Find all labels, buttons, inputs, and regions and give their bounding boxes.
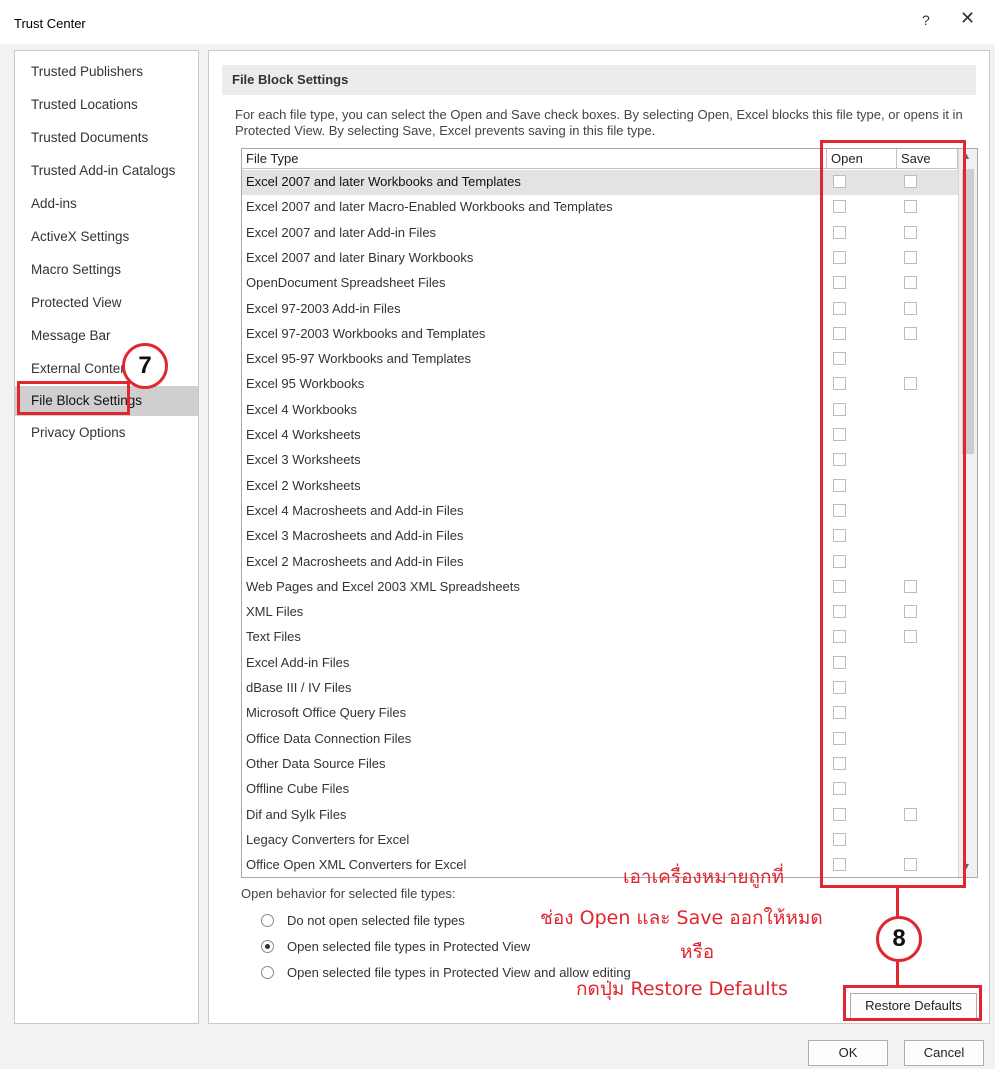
radio-label: Do not open selected file types	[287, 913, 465, 928]
file-type-label: Legacy Converters for Excel	[246, 831, 410, 847]
file-type-label: Excel 4 Worksheets	[246, 427, 361, 442]
radio-button[interactable]	[261, 966, 274, 979]
file-type-label: Text Files	[246, 629, 301, 645]
column-header-file-type[interactable]: File Type	[242, 149, 827, 169]
annotation-connector-top	[896, 888, 899, 918]
section-title: File Block Settings	[222, 65, 976, 95]
file-type-label: XML Files	[246, 604, 304, 620]
file-type-label: Excel 3 Macrosheets and Add-in Files	[246, 528, 464, 544]
annotation-step-7: 7	[122, 343, 168, 389]
file-type-label: dBase III / IV Files	[246, 680, 352, 695]
sidebar-item-addins[interactable]: Add-ins	[15, 191, 198, 217]
sidebar-item-trusted-publishers[interactable]: Trusted Publishers	[15, 59, 198, 85]
file-type-label: Office Data Connection Files	[246, 730, 412, 746]
file-type-label: Excel 2 Worksheets	[246, 477, 361, 493]
sidebar: Trusted Publishers Trusted Locations Tru…	[14, 50, 199, 1024]
sidebar-item-message-bar[interactable]: Message Bar	[15, 323, 198, 349]
close-icon[interactable]: ✕	[960, 8, 975, 29]
file-type-label: Web Pages and Excel 2003 XML Spreadsheet…	[246, 578, 520, 594]
sidebar-item-trusted-documents[interactable]: Trusted Documents	[15, 125, 198, 151]
sidebar-item-macro-settings[interactable]: Macro Settings	[15, 257, 198, 283]
file-type-label: Excel 2007 and later Macro-Enabled Workb…	[246, 199, 613, 215]
file-type-label: Excel 2007 and later Binary Workbooks	[246, 249, 474, 265]
help-icon[interactable]: ?	[922, 12, 930, 28]
file-type-label: Offline Cube Files	[246, 781, 350, 797]
sidebar-item-external-content[interactable]: External Content	[15, 356, 198, 382]
sidebar-item-protected-view[interactable]: Protected View	[15, 290, 198, 316]
sidebar-item-privacy-options[interactable]: Privacy Options	[15, 420, 198, 446]
file-type-label: Excel Add-in Files	[246, 654, 350, 670]
open-behavior-label: Open behavior for selected file types:	[241, 886, 456, 901]
radio-button[interactable]	[261, 914, 274, 927]
annotation-highlight-file-block-settings	[17, 381, 130, 415]
ok-button[interactable]: OK	[808, 1040, 888, 1066]
title-bar: Trust Center ? ✕	[0, 0, 995, 44]
sidebar-item-trusted-addin-catalogs[interactable]: Trusted Add-in Catalogs	[15, 158, 198, 184]
sidebar-item-trusted-locations[interactable]: Trusted Locations	[15, 92, 198, 118]
radio-button[interactable]	[261, 940, 274, 953]
file-type-label: Microsoft Office Query Files	[246, 705, 407, 721]
annotation-highlight-open-save-columns	[820, 140, 966, 888]
file-type-label: OpenDocument Spreadsheet Files	[246, 275, 446, 291]
annotation-instruction-line3: หรือ	[680, 941, 715, 963]
file-type-label: Excel 3 Worksheets	[246, 452, 361, 468]
file-type-label: Excel 4 Macrosheets and Add-in Files	[246, 502, 464, 518]
file-type-label: Excel 4 Workbooks	[246, 401, 358, 417]
annotation-instruction-line4: กดปุ่ม Restore Defaults	[576, 978, 788, 1000]
file-type-label: Excel 2007 and later Workbooks and Templ…	[246, 174, 521, 189]
file-type-label: Excel 2007 and later Add-in Files	[246, 224, 437, 240]
description-text: For each file type, you can select the O…	[235, 107, 963, 138]
window-title: Trust Center	[14, 16, 86, 31]
file-type-label: Excel 95-97 Workbooks and Templates	[246, 351, 471, 367]
annotation-step-8: 8	[876, 916, 922, 962]
cancel-button[interactable]: Cancel	[904, 1040, 984, 1066]
sidebar-item-activex-settings[interactable]: ActiveX Settings	[15, 224, 198, 250]
file-type-label: Office Open XML Converters for Excel	[246, 857, 467, 873]
annotation-instruction-line1: เอาเครื่องหมายถูกที่	[623, 866, 785, 888]
file-type-label: Excel 97-2003 Add-in Files	[246, 300, 401, 316]
file-type-label: Excel 97-2003 Workbooks and Templates	[246, 325, 486, 341]
file-type-label: Excel 2 Macrosheets and Add-in Files	[246, 553, 464, 569]
file-type-label: Dif and Sylk Files	[246, 806, 347, 822]
annotation-instruction-line2: ช่อง Open และ Save ออกให้หมด	[540, 907, 823, 929]
file-type-label: Other Data Source Files	[246, 755, 386, 771]
file-type-label: Excel 95 Workbooks	[246, 376, 365, 392]
annotation-connector-bottom	[896, 962, 899, 986]
radio-label: Open selected file types in Protected Vi…	[287, 939, 531, 954]
annotation-highlight-restore-defaults	[843, 985, 982, 1021]
